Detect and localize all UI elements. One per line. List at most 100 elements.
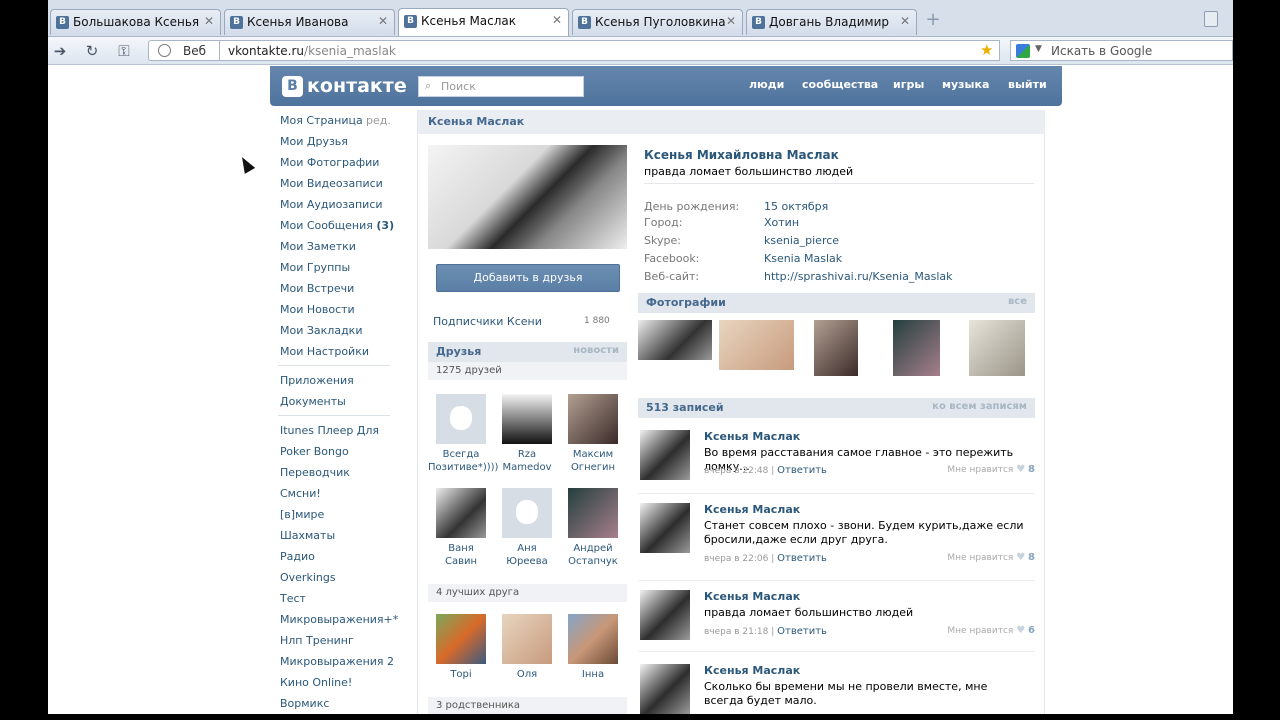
app-item[interactable]: Смсни! [270, 483, 420, 504]
wall-all-link[interactable]: ко всем записям [932, 401, 1027, 412]
edit-link[interactable]: ред. [366, 110, 391, 131]
friend-item[interactable]: Андрей Остапчук [560, 488, 626, 568]
profile-photo[interactable] [428, 145, 627, 249]
star-icon[interactable]: ★ [980, 41, 993, 59]
app-item[interactable]: Poker Bongo [270, 441, 420, 462]
relatives-count[interactable]: 3 родственника [428, 697, 627, 714]
add-friend-button[interactable]: Добавить в друзья [436, 264, 620, 292]
trash-icon[interactable] [1204, 11, 1218, 27]
app-item[interactable]: Кино Online! [270, 672, 420, 693]
app-item[interactable]: Шахматы [270, 525, 420, 546]
reply-link[interactable]: Ответить [777, 465, 827, 476]
menu-videos[interactable]: Мои Видеозаписи [270, 173, 420, 194]
post-avatar[interactable] [640, 503, 690, 553]
menu-messages[interactable]: Мои Сообщения (3) [270, 215, 420, 236]
app-item[interactable]: Нлп Тренинг [270, 630, 420, 651]
web-button[interactable]: Веб [148, 40, 220, 61]
close-icon[interactable]: ✕ [726, 14, 736, 28]
app-item[interactable]: [в]мире [270, 504, 420, 525]
friend-item[interactable]: Всегда Позитиве*)))) [428, 394, 498, 474]
friend-item[interactable]: Аня Юреева [494, 488, 560, 568]
menu-settings[interactable]: Мои Настройки [270, 341, 420, 362]
photos-header[interactable]: Фотографии все [638, 293, 1035, 313]
menu-friends[interactable]: Мои Друзья [270, 131, 420, 152]
new-tab-icon[interactable]: + [924, 11, 942, 30]
top-link-communities[interactable]: сообщества [802, 78, 878, 91]
best-friend-item[interactable]: Інна [560, 614, 626, 681]
photo-thumb[interactable] [719, 320, 794, 370]
app-item[interactable]: Вормикс [270, 693, 420, 714]
app-item[interactable]: Микровыражения 2 [270, 651, 420, 672]
friend-item[interactable]: Максим Огнегин [560, 394, 626, 474]
close-icon[interactable]: ✕ [378, 14, 388, 28]
menu-photos[interactable]: Мои Фотографии [270, 152, 420, 173]
friends-news-link[interactable]: новости [573, 345, 619, 356]
post-author[interactable]: Ксенья Маслак [704, 430, 800, 443]
close-icon[interactable]: ✕ [552, 13, 562, 27]
post-author[interactable]: Ксенья Маслак [704, 590, 800, 603]
info-birthday[interactable]: 15 октября [764, 200, 828, 213]
menu-bookmarks[interactable]: Мои Закладки [270, 320, 420, 341]
forward-icon[interactable]: ➔ [50, 41, 70, 61]
close-icon[interactable]: ✕ [900, 14, 910, 28]
close-icon[interactable]: ✕ [204, 14, 214, 28]
top-link-music[interactable]: музыка [942, 78, 989, 91]
reload-icon[interactable]: ↻ [82, 41, 102, 61]
like-button[interactable]: Мне нравится ♥ 8 [947, 552, 1035, 563]
reply-link[interactable]: Ответить [777, 553, 827, 564]
tab-dovgan[interactable]: В Довгань Владимир ✕ [746, 9, 917, 35]
app-item[interactable]: Overkings [270, 567, 420, 588]
app-item[interactable]: Тест [270, 588, 420, 609]
like-button[interactable]: Мне нравится ♥ 6 [947, 625, 1035, 636]
top-link-games[interactable]: игры [893, 78, 924, 91]
vk-search-input[interactable]: ⌕ Поиск [418, 76, 584, 97]
vk-logo[interactable]: Вконтакте [282, 75, 407, 97]
best-friend-item[interactable]: Торі [428, 614, 494, 681]
tab-maslak[interactable]: В Ксенья Маслак ✕ [398, 8, 569, 36]
post-avatar[interactable] [640, 590, 690, 640]
menu-documents[interactable]: Документы [270, 391, 420, 412]
menu-my-page[interactable]: Моя Страница ред. [270, 110, 420, 131]
app-item[interactable]: Переводчик [270, 462, 420, 483]
post-avatar[interactable] [640, 430, 690, 480]
menu-apps[interactable]: Приложения [270, 370, 420, 391]
app-item[interactable]: Радио [270, 546, 420, 567]
subscribers-link[interactable]: Подписчики Ксени [433, 315, 542, 328]
tab-ivanova[interactable]: В Ксенья Иванова ✕ [224, 9, 395, 35]
menu-events[interactable]: Мои Встречи [270, 278, 420, 299]
best-friend-item[interactable]: Оля [494, 614, 560, 681]
tab-bolshakova[interactable]: В Большакова Ксенья ✕ [50, 9, 221, 35]
menu-notes[interactable]: Мои Заметки [270, 236, 420, 257]
chevron-down-icon[interactable]: ▼ [1035, 44, 1042, 54]
photo-thumb[interactable] [638, 320, 712, 360]
info-city[interactable]: Хотин [764, 216, 799, 229]
address-bar[interactable]: vkontakte.ru/ksenia_maslak [220, 40, 1000, 61]
post-author[interactable]: Ксенья Маслак [704, 503, 800, 516]
photo-thumb[interactable] [969, 320, 1025, 376]
menu-news[interactable]: Мои Новости [270, 299, 420, 320]
menu-groups[interactable]: Мои Группы [270, 257, 420, 278]
info-facebook[interactable]: Ksenia Maslak [764, 252, 842, 265]
wall-header[interactable]: 513 записей ко всем записям [638, 398, 1035, 418]
menu-audios[interactable]: Мои Аудиозаписи [270, 194, 420, 215]
app-item[interactable]: Itunes Плеер Для [270, 420, 420, 441]
tab-pugolovkina[interactable]: В Ксенья Пуголовкина ✕ [572, 9, 743, 35]
key-icon[interactable]: ⚿ [114, 41, 134, 61]
photo-thumb[interactable] [893, 320, 940, 376]
friends-header[interactable]: Друзья новости [428, 342, 627, 362]
photos-all-link[interactable]: все [1008, 296, 1027, 307]
like-button[interactable]: Мне нравится ♥ 8 [947, 464, 1035, 475]
app-item[interactable]: Микровыражения+* [270, 609, 420, 630]
nav-bar: ➔ ↻ ⚿ Веб vkontakte.ru/ksenia_maslak ★ ▼… [48, 37, 1233, 65]
top-link-people[interactable]: люди [749, 78, 784, 91]
post-author[interactable]: Ксенья Маслак [704, 664, 800, 677]
friend-item[interactable]: Rza Mamedov [494, 394, 560, 474]
info-skype[interactable]: ksenia_pierce [764, 234, 839, 247]
friend-item[interactable]: Ваня Савин [428, 488, 494, 568]
reply-link[interactable]: Ответить [777, 626, 827, 637]
top-link-logout[interactable]: выйти [1008, 78, 1047, 91]
photo-thumb[interactable] [814, 320, 858, 376]
post-avatar[interactable] [640, 664, 690, 714]
info-website[interactable]: http://sprashivai.ru/Ksenia_Maslak [764, 270, 953, 283]
google-search-input[interactable]: ▼ Искать в Google [1010, 40, 1233, 61]
